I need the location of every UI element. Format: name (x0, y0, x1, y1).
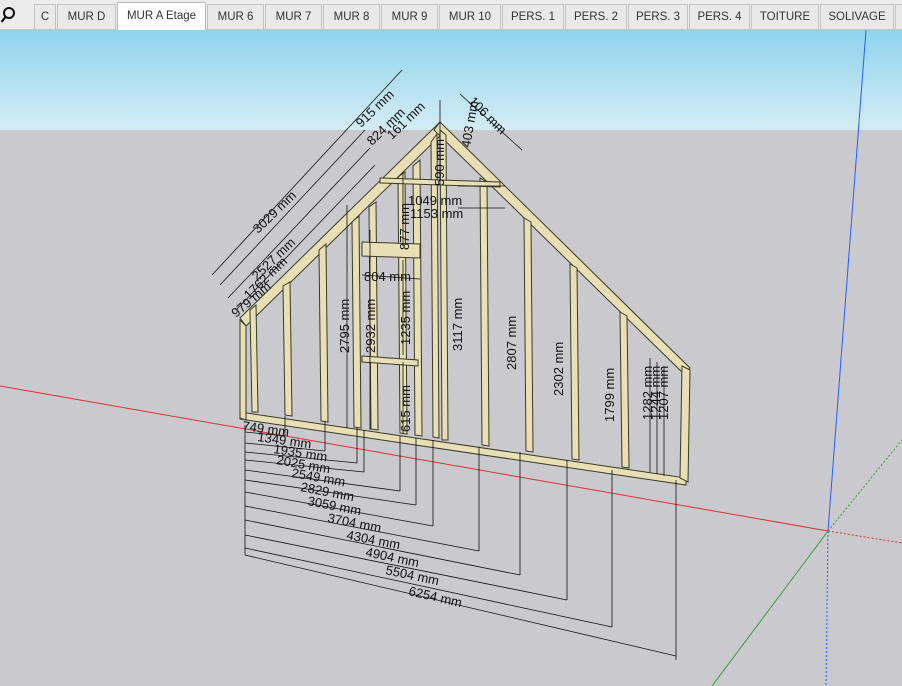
dim-3029: 3029 mm (250, 188, 299, 236)
blue-axis-negative (825, 530, 829, 686)
dim-1235: 1235 mm (398, 291, 413, 345)
tab-toiture[interactable]: TOITURE (751, 4, 819, 29)
tab-mur-10[interactable]: MUR 10 (439, 4, 501, 29)
dim-403: 403 mm (458, 100, 481, 149)
tab-mur-9[interactable]: MUR 9 (381, 4, 438, 29)
green-axis (711, 530, 829, 686)
tab-c[interactable]: C (34, 4, 56, 29)
tab-bar: C MUR D MUR A Etage MUR 6 MUR 7 MUR 8 MU… (0, 0, 902, 30)
tab-overflow[interactable] (895, 4, 902, 29)
dim-2932: 2932 mm (363, 299, 378, 353)
search-icon[interactable] (1, 6, 19, 24)
tab-mur-6[interactable]: MUR 6 (207, 4, 264, 29)
dim-1153: 1153 mm (410, 206, 463, 221)
dim-1207: 1207 mm (656, 366, 671, 420)
tab-mur-a-etage[interactable]: MUR A Etage (117, 2, 206, 30)
tab-pers-4[interactable]: PERS. 4 (689, 4, 750, 29)
3d-viewport[interactable]: 749 mm 1349 mm 1935 mm 2025 mm 2549 mm 2… (0, 30, 902, 686)
dim-2302: 2302 mm (551, 342, 566, 396)
blue-axis (827, 30, 867, 532)
dim-590: 590 mm (432, 139, 447, 186)
tab-mur-8[interactable]: MUR 8 (323, 4, 380, 29)
tab-pers-1[interactable]: PERS. 1 (502, 4, 564, 29)
dim-804: 804 mm (364, 269, 411, 284)
dim-2795: 2795 mm (337, 299, 352, 353)
wall-frame-model[interactable]: 749 mm 1349 mm 1935 mm 2025 mm 2549 mm 2… (0, 30, 902, 686)
green-axis-negative (827, 439, 902, 532)
red-axis-negative (827, 530, 902, 544)
tab-pers-3[interactable]: PERS. 3 (628, 4, 688, 29)
timber-frame (239, 121, 691, 486)
dim-1799: 1799 mm (602, 368, 617, 422)
tab-pers-2[interactable]: PERS. 2 (565, 4, 627, 29)
tab-mur-7[interactable]: MUR 7 (265, 4, 322, 29)
tab-solivage[interactable]: SOLIVAGE (820, 4, 894, 29)
dim-615: 615 mm (398, 385, 413, 432)
dim-2807: 2807 mm (504, 316, 519, 370)
red-axis (0, 385, 829, 532)
dim-3117: 3117 mm (450, 298, 465, 351)
tab-mur-d[interactable]: MUR D (57, 4, 116, 29)
